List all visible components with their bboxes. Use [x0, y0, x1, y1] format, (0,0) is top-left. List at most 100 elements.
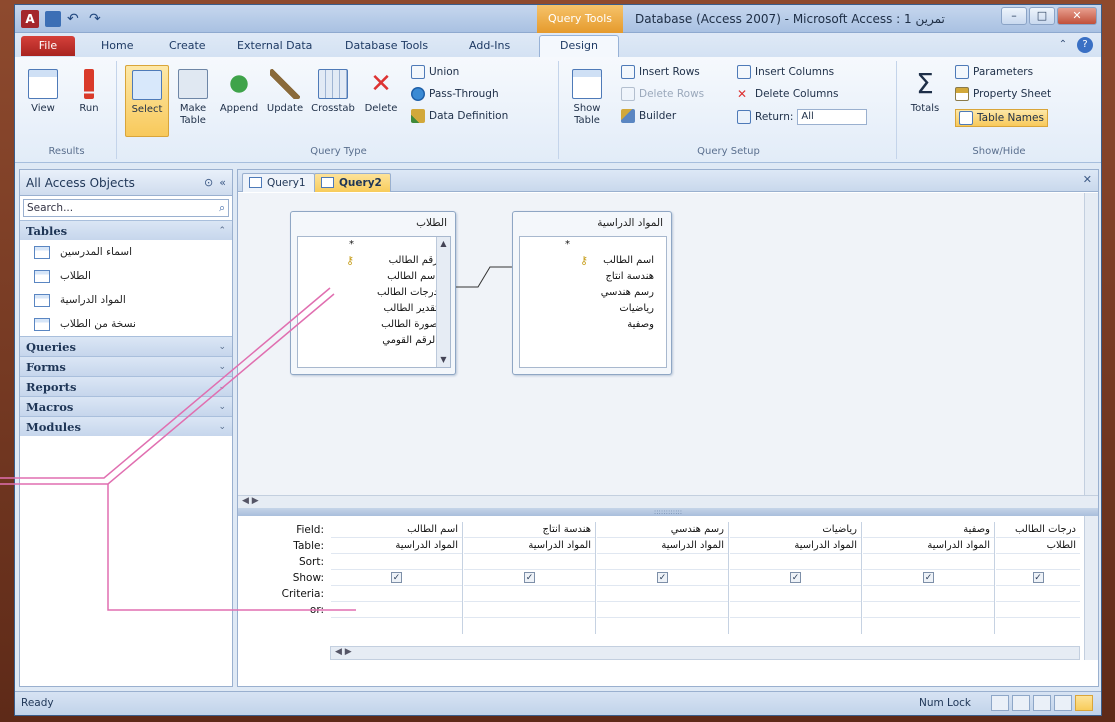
- field-item[interactable]: ⚷ اسم الطالب: [520, 253, 666, 269]
- grid-sort-cell[interactable]: [597, 554, 728, 570]
- grid-or-cell[interactable]: [331, 602, 462, 618]
- grid-or-cell[interactable]: [464, 602, 595, 618]
- grid-sort-cell[interactable]: [331, 554, 462, 570]
- nav-section-modules[interactable]: Modules ⌄: [20, 416, 232, 436]
- field-item[interactable]: *: [520, 237, 666, 253]
- show-checkbox[interactable]: ✓: [923, 571, 934, 583]
- field-item[interactable]: هندسة انتاج: [520, 269, 666, 285]
- pivot-table-view-icon[interactable]: [1012, 695, 1030, 711]
- maximize-button[interactable]: □: [1029, 7, 1055, 25]
- grid-table-cell[interactable]: المواد الدراسية: [464, 538, 595, 554]
- show-table-button[interactable]: Show Table: [565, 65, 609, 127]
- show-checkbox[interactable]: ✓: [657, 571, 668, 583]
- make-table-button[interactable]: Make Table: [171, 65, 215, 127]
- grid-sort-cell[interactable]: [464, 554, 595, 570]
- field-item[interactable]: صورة الطالب: [298, 317, 450, 333]
- select-button[interactable]: Select: [125, 65, 169, 137]
- design-horizontal-scrollbar[interactable]: ◀ ▶: [238, 495, 1098, 509]
- insert-rows-button[interactable]: Insert Rows: [621, 65, 700, 79]
- grid-sort-cell[interactable]: [863, 554, 994, 570]
- field-list-scrollbar[interactable]: ▲ ▼: [436, 237, 450, 367]
- redo-icon[interactable]: ↷: [89, 11, 105, 27]
- access-logo-icon[interactable]: A: [21, 10, 39, 28]
- tab-query1[interactable]: Query1: [242, 173, 315, 192]
- nav-search-input[interactable]: Search... ⌕: [23, 199, 229, 217]
- grid-table-cell[interactable]: المواد الدراسية: [331, 538, 462, 554]
- nav-header[interactable]: All Access Objects ⊙ «: [20, 170, 232, 196]
- search-icon[interactable]: ⌕: [219, 202, 225, 215]
- field-list-title[interactable]: المواد الدراسية: [513, 212, 671, 234]
- grid-field-cell[interactable]: اسم الطالب: [331, 522, 462, 538]
- grid-sort-cell[interactable]: [996, 554, 1080, 570]
- datasheet-view-icon[interactable]: [991, 695, 1009, 711]
- grid-field-cell[interactable]: درجات الطالب: [996, 522, 1080, 538]
- show-checkbox[interactable]: ✓: [1032, 571, 1044, 583]
- nav-table-item[interactable]: الطلاب: [20, 264, 232, 288]
- parameters-button[interactable]: Parameters: [955, 65, 1033, 79]
- design-view-icon[interactable]: [1075, 695, 1093, 711]
- scroll-up-icon[interactable]: ▲: [437, 237, 450, 251]
- grid-field-cell[interactable]: هندسة انتاج: [464, 522, 595, 538]
- field-item[interactable]: وصفية: [520, 317, 666, 333]
- totals-button[interactable]: Σ Totals: [903, 65, 947, 115]
- grid-or-cell[interactable]: [863, 602, 994, 618]
- grid-criteria-cell[interactable]: [996, 586, 1080, 602]
- grid-criteria-cell[interactable]: [597, 586, 728, 602]
- pane-splitter[interactable]: ::::::::::::: [238, 508, 1098, 516]
- table-names-button[interactable]: Table Names: [955, 109, 1048, 127]
- crosstab-button[interactable]: Crosstab: [311, 65, 355, 115]
- update-button[interactable]: Update: [263, 65, 307, 115]
- field-list-students[interactable]: الطلاب * ⚷ رقم الطالب اسم الطالب درجات ال…: [290, 211, 456, 375]
- show-checkbox[interactable]: ✓: [790, 571, 801, 583]
- tab-external-data[interactable]: External Data: [237, 39, 312, 52]
- tab-create[interactable]: Create: [169, 39, 206, 52]
- nav-section-forms[interactable]: Forms ⌄: [20, 356, 232, 376]
- insert-columns-button[interactable]: Insert Columns: [737, 65, 834, 79]
- view-button[interactable]: View: [21, 65, 65, 115]
- grid-table-cell[interactable]: المواد الدراسية: [597, 538, 728, 554]
- sql-view-icon[interactable]: [1054, 695, 1072, 711]
- close-button[interactable]: ✕: [1057, 7, 1097, 25]
- design-vertical-scrollbar[interactable]: [1084, 193, 1098, 495]
- undo-icon[interactable]: ↶: [67, 11, 83, 27]
- grid-table-cell[interactable]: المواد الدراسية: [863, 538, 994, 554]
- delete-columns-button[interactable]: ✕ Delete Columns: [737, 87, 839, 101]
- nav-table-item[interactable]: اسماء المدرسين: [20, 240, 232, 264]
- pass-through-button[interactable]: Pass-Through: [411, 87, 499, 101]
- nav-table-item[interactable]: نسخة من الطلاب: [20, 312, 232, 336]
- field-item[interactable]: *: [298, 237, 450, 253]
- field-item[interactable]: اسم الطالب: [298, 269, 450, 285]
- grid-or-cell[interactable]: [597, 602, 728, 618]
- grid-criteria-cell[interactable]: [464, 586, 595, 602]
- save-icon[interactable]: [45, 11, 61, 27]
- field-item[interactable]: تقدير الطالب: [298, 301, 450, 317]
- grid-criteria-cell[interactable]: [331, 586, 462, 602]
- show-checkbox[interactable]: ✓: [524, 571, 535, 583]
- delete-button[interactable]: ✕ Delete: [359, 65, 403, 115]
- return-select[interactable]: All: [797, 109, 868, 125]
- nav-menu-icon[interactable]: ⊙: [204, 176, 213, 189]
- tab-database-tools[interactable]: Database Tools: [345, 39, 428, 52]
- pivot-chart-view-icon[interactable]: [1033, 695, 1051, 711]
- minimize-button[interactable]: –: [1001, 7, 1027, 25]
- close-document-icon[interactable]: ✕: [1083, 173, 1092, 186]
- grid-sort-cell[interactable]: [730, 554, 861, 570]
- nav-section-reports[interactable]: Reports ⌄: [20, 376, 232, 396]
- help-icon[interactable]: ?: [1077, 37, 1093, 53]
- grid-field-cell[interactable]: رسم هندسي: [597, 522, 728, 538]
- nav-table-item[interactable]: المواد الدراسية: [20, 288, 232, 312]
- tab-query2[interactable]: Query2: [314, 173, 391, 192]
- run-button[interactable]: Run: [67, 65, 111, 115]
- minimize-ribbon-icon[interactable]: ⌃: [1055, 37, 1071, 53]
- grid-or-cell[interactable]: [996, 602, 1080, 618]
- builder-button[interactable]: Builder: [621, 109, 676, 123]
- nav-section-macros[interactable]: Macros ⌄: [20, 396, 232, 416]
- grid-field-cell[interactable]: رياضيات: [730, 522, 861, 538]
- tab-design[interactable]: Design: [539, 35, 619, 57]
- nav-section-tables[interactable]: Tables ⌃: [20, 220, 232, 240]
- field-item[interactable]: رسم هندسي: [520, 285, 666, 301]
- field-item[interactable]: الرقم القومي: [298, 333, 450, 349]
- union-button[interactable]: Union: [411, 65, 459, 79]
- field-list-title[interactable]: الطلاب: [291, 212, 455, 234]
- property-sheet-button[interactable]: Property Sheet: [955, 87, 1051, 101]
